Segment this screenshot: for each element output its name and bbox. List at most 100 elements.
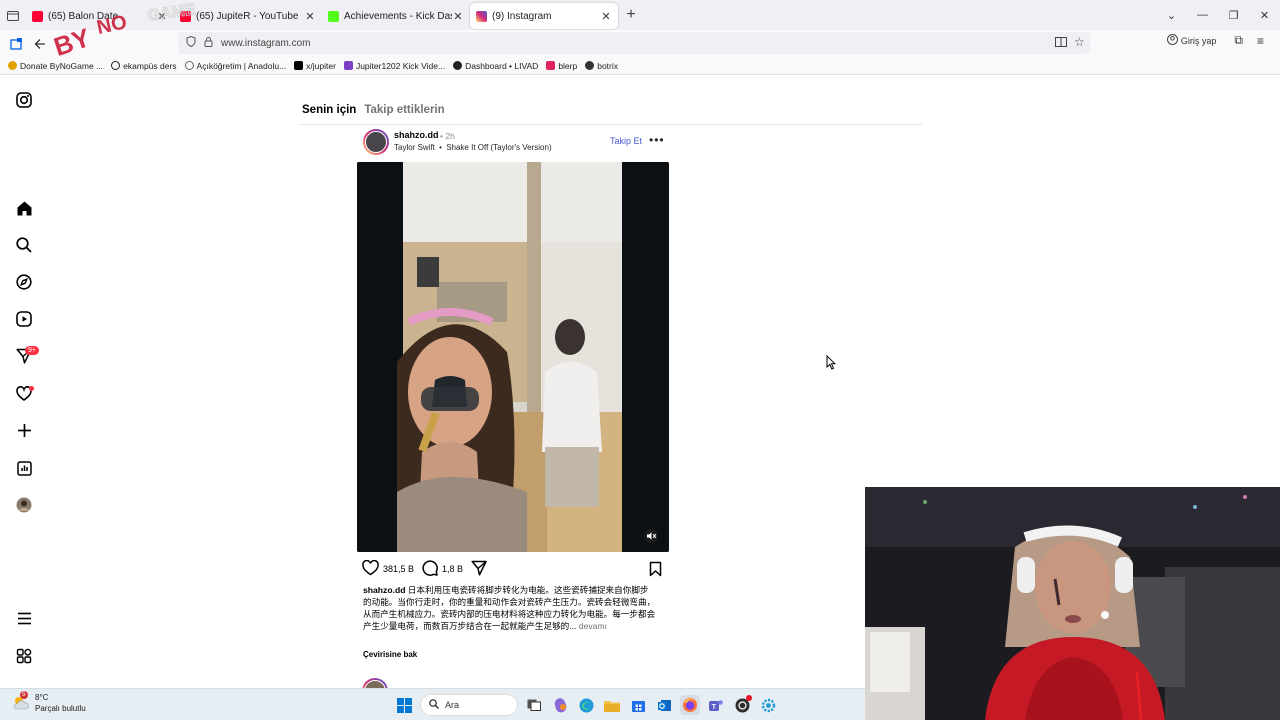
music-song: Shake It Off (Taylor's Version) — [446, 143, 552, 152]
tab-bar: (65) Balon Date ✕ (65) JupiteR - YouTube… — [0, 0, 1280, 30]
kick-icon — [328, 10, 339, 22]
bookmark-item[interactable]: blerp — [546, 61, 577, 71]
account-icon[interactable] — [1166, 34, 1178, 47]
url-bar[interactable]: www.instagram.com ☆ — [178, 32, 1090, 54]
app-menu-icon[interactable]: ≡ — [1257, 34, 1264, 48]
tab-title: (65) Balon Date — [48, 10, 119, 22]
settings-gear-icon[interactable] — [758, 695, 778, 715]
instagram-logo-icon[interactable] — [15, 91, 33, 109]
post-video[interactable] — [357, 162, 669, 552]
lock-icon[interactable] — [204, 36, 213, 50]
store-icon[interactable] — [628, 695, 648, 715]
notification-dot — [29, 386, 34, 391]
bookmark-item[interactable]: Donate ByNoGame ... — [8, 61, 103, 71]
tab-title: (65) JupiteR - YouTube — [196, 10, 299, 22]
weather-description: Parçalı bulutlu — [35, 704, 86, 713]
comment-icon[interactable] — [422, 560, 438, 578]
bookmark-item[interactable]: Açıköğretim | Anadolu... — [184, 60, 287, 71]
edge-icon[interactable] — [576, 695, 596, 715]
kick-video-icon — [343, 61, 353, 70]
menu-icon[interactable] — [15, 609, 33, 627]
tab-for-you[interactable]: Senin için — [302, 104, 356, 116]
profile-avatar[interactable] — [15, 496, 33, 514]
streamer-webcam — [865, 487, 1280, 720]
globe-icon — [184, 61, 194, 70]
file-explorer-icon[interactable] — [602, 695, 622, 715]
taskbar-search[interactable]: Ara — [420, 694, 518, 716]
weather-widget[interactable]: 5 8°C Parçalı bulutlu — [12, 691, 86, 714]
bookmark-star-icon[interactable]: ☆ — [1074, 35, 1085, 49]
bookmark-item[interactable]: ekampüs ders — [111, 60, 177, 71]
search-icon[interactable] — [15, 236, 33, 254]
post-music[interactable]: Taylor Swift • Shake It Off (Taylor's Ve… — [394, 143, 552, 152]
bookmark-item[interactable]: Dashboard • LIVAD — [453, 61, 538, 71]
tab-following[interactable]: Takip ettiklerin — [364, 104, 444, 116]
follow-button[interactable]: Takip Et — [610, 136, 642, 146]
windows-start-icon[interactable] — [394, 695, 414, 715]
home-icon[interactable] — [15, 199, 33, 217]
back-arrow-icon[interactable] — [28, 32, 52, 56]
save-bookmark-icon[interactable] — [649, 561, 662, 579]
feed-divider — [300, 124, 922, 125]
reader-view-icon[interactable] — [1055, 36, 1067, 51]
donate-icon — [8, 61, 17, 70]
tab-title: Achievements - Kick Dashboard — [344, 10, 452, 22]
copilot-icon[interactable] — [550, 695, 570, 715]
more-options-icon[interactable]: ••• — [649, 133, 665, 147]
mute-icon[interactable] — [644, 529, 658, 543]
dashboard-icon[interactable] — [15, 459, 33, 477]
bookmark-item[interactable]: x/jupiter — [294, 61, 336, 71]
close-icon[interactable]: ✕ — [600, 10, 612, 23]
minimize-icon[interactable]: — — [1187, 0, 1218, 30]
caption-username[interactable]: shahzo.dd — [363, 585, 406, 595]
threads-icon[interactable] — [15, 647, 33, 665]
caption-more-link[interactable]: devamı — [579, 621, 607, 631]
bookmark-label: ekampüs ders — [123, 60, 177, 71]
post-username[interactable]: shahzo.dd — [394, 130, 439, 140]
window-close-icon[interactable]: ✕ — [1249, 0, 1280, 30]
instagram-icon — [476, 10, 487, 22]
tab-balon-date[interactable]: (65) Balon Date ✕ — [26, 3, 174, 29]
share-icon[interactable] — [471, 560, 487, 578]
bookmark-label: botrix — [597, 60, 619, 71]
reels-icon[interactable] — [15, 310, 33, 328]
firefox-icon[interactable] — [680, 695, 700, 715]
obs-icon[interactable] — [732, 695, 752, 715]
navigation-bar: www.instagram.com ☆ Giriş yap ⧉ ≡ — [0, 30, 1280, 57]
close-icon[interactable]: ✕ — [156, 10, 168, 23]
bookmark-item[interactable]: botrix — [585, 61, 618, 71]
weather-cloud-icon: 5 — [12, 691, 30, 711]
tab-list-icon[interactable] — [0, 0, 26, 30]
task-view-icon[interactable] — [524, 695, 544, 715]
create-icon[interactable] — [15, 421, 33, 439]
url-text[interactable]: www.instagram.com — [221, 38, 310, 49]
close-icon[interactable]: ✕ — [452, 10, 464, 23]
see-translation-link[interactable]: Çevirisine bak — [363, 650, 417, 659]
close-icon[interactable]: ✕ — [304, 10, 316, 23]
outlook-icon[interactable] — [654, 695, 674, 715]
tab-jupiter-youtube[interactable]: (65) JupiteR - YouTube ✕ — [174, 3, 322, 29]
restore-icon[interactable]: ❐ — [1218, 0, 1249, 30]
like-heart-icon[interactable] — [362, 559, 379, 578]
extensions-icon[interactable]: ⧉ — [1234, 33, 1243, 48]
sidebar-toggle-icon[interactable] — [4, 32, 28, 56]
teams-icon[interactable]: T — [706, 695, 726, 715]
bookmark-label: Açıköğretim | Anadolu... — [196, 60, 287, 71]
bookmark-item[interactable]: Jupiter1202 Kick Vide... — [343, 61, 445, 71]
bookmark-label: Donate ByNoGame ... — [20, 60, 104, 71]
new-tab-button[interactable]: + — [618, 6, 644, 24]
signin-button[interactable]: Giriş yap — [1181, 36, 1217, 46]
music-artist: Taylor Swift — [394, 143, 435, 152]
shield-icon[interactable] — [186, 35, 196, 50]
tab-kick-dashboard[interactable]: Achievements - Kick Dashboard ✕ — [322, 3, 470, 29]
tab-instagram[interactable]: (9) Instagram ✕ — [470, 3, 618, 29]
post-author-avatar[interactable] — [363, 129, 389, 155]
tab-overflow-icon[interactable]: ⌄ — [1156, 0, 1187, 30]
explore-icon[interactable] — [15, 273, 33, 291]
svg-text:T: T — [712, 704, 717, 711]
post-header: shahzo.dd • 2h Taylor Swift • Shake It O… — [362, 128, 665, 156]
messages-badge: 9+ — [25, 346, 39, 355]
comment-count[interactable]: 1,8 B — [442, 564, 463, 574]
like-count[interactable]: 381,5 B — [383, 564, 414, 574]
instagram-sidebar: 9+ — [0, 75, 48, 688]
